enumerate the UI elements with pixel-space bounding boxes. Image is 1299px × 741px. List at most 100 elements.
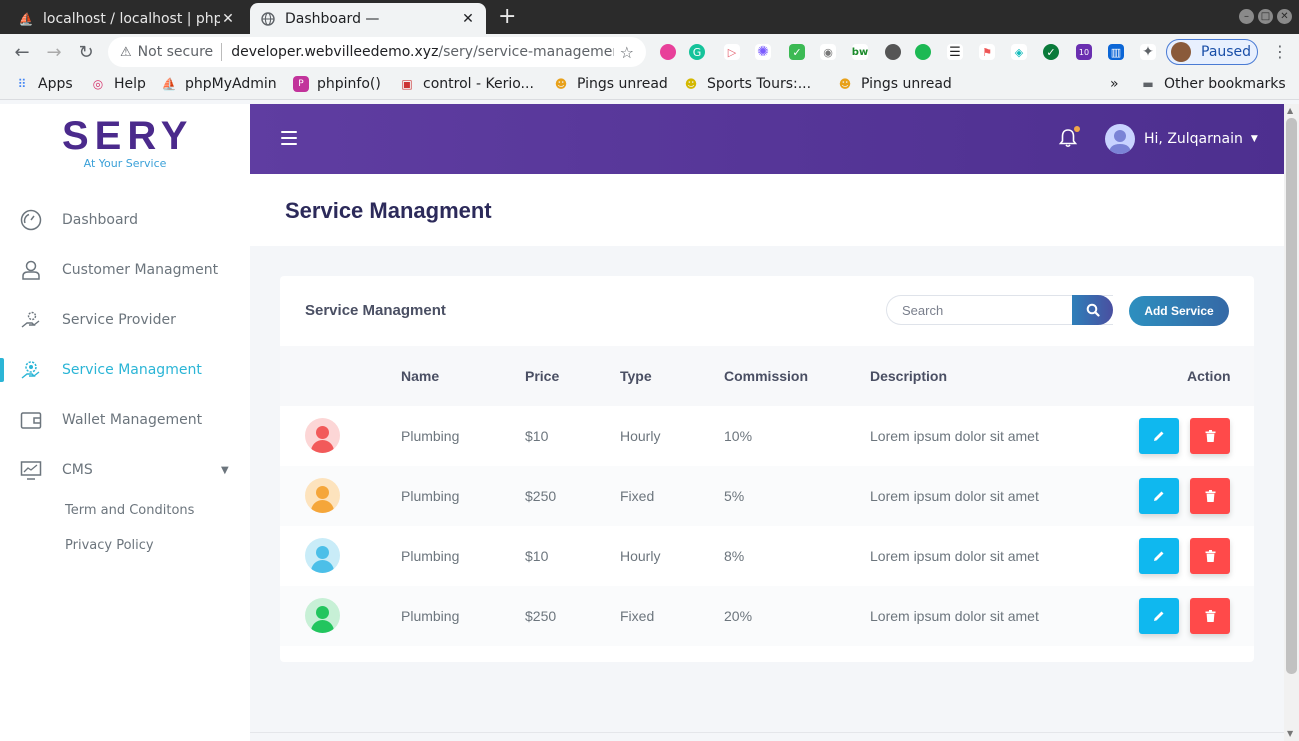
bookmark-label: Apps [38,76,73,92]
list-icon[interactable]: ☰ [947,44,963,60]
delete-button[interactable] [1190,598,1230,634]
bookmark-star-icon[interactable]: ☆ [620,43,634,62]
edit-button[interactable] [1139,538,1179,574]
menu-kebab-icon[interactable]: ⋮ [1272,42,1288,61]
sidebar-item-service-managment[interactable]: Service Managment [0,345,250,395]
scrollbar-thumb[interactable] [1286,118,1297,674]
column-header-type: Type [620,368,652,384]
bookmark-help[interactable]: ◎ Help [90,76,146,92]
delete-button[interactable] [1190,478,1230,514]
extension-icon[interactable]: ◈ [1011,44,1027,60]
scroll-down-arrow-icon[interactable]: ▼ [1287,729,1293,738]
grammarly-icon[interactable]: G [689,44,705,60]
sidebar-item-dashboard[interactable]: Dashboard [0,195,250,245]
cell-description: Lorem ipsum dolor sit amet [870,548,1039,564]
bookmark-kerio[interactable]: ▣ control - Kerio... [399,76,534,92]
avatar [305,418,340,453]
scroll-up-arrow-icon[interactable]: ▲ [1287,106,1293,115]
table-row: Plumbing $10 Hourly 10% Lorem ipsum dolo… [280,406,1254,466]
page-scrollbar[interactable]: ▲ ▼ [1284,104,1299,741]
forward-arrow-icon[interactable]: → [38,42,70,63]
page-title: Service Managment [285,198,492,223]
sidebar-item-label: Service Managment [62,362,202,378]
bookmark-sports[interactable]: ☻ Sports Tours:... [683,76,811,92]
extension-icon[interactable]: ✓ [789,44,805,60]
sidebar-item-wallet-management[interactable]: Wallet Management [0,395,250,445]
extension-icon[interactable] [915,44,931,60]
menu-hamburger-icon[interactable] [281,131,297,145]
bookmark-apps[interactable]: ⠿ Apps [14,76,73,92]
bookmark-pings[interactable]: ☻ Pings unread [553,76,668,92]
user-menu[interactable]: Hi, Zulqarnain ▼ [1105,124,1258,154]
avatar [305,478,340,513]
bookmark-pings[interactable]: ☻ Pings unread [837,76,952,92]
page: SERY At Your Service Dashboard Customer … [0,104,1284,741]
close-tab-icon[interactable]: ✕ [220,11,236,27]
sidebar-subitem-terms[interactable]: Term and Conditons [65,503,194,518]
monitor-chart-icon [20,459,42,481]
add-service-button[interactable]: Add Service [1129,296,1229,326]
extension-icon[interactable]: ✓ [1043,44,1059,60]
bookmark-phpinfo[interactable]: Pphpinfo() [293,76,381,92]
phpmyadmin-icon: ⛵ [161,77,177,91]
search-button[interactable] [1072,295,1113,325]
chevron-down-icon: ▼ [221,464,229,476]
top-navbar: Hi, Zulqarnain ▼ [250,104,1284,174]
back-arrow-icon[interactable]: ← [6,42,38,63]
overflow-label: » [1110,76,1119,92]
maximize-icon[interactable]: □ [1258,9,1273,24]
sidebar-item-service-provider[interactable]: Service Provider [0,295,250,345]
bookmarks-bar: ⠿ Apps ◎ Help ⛵ phpMyAdmin Pphpinfo() ▣ cont… [0,70,1299,100]
address-bar[interactable]: ⚠ Not secure developer.webvilleedemo.xyz… [108,37,646,67]
trello-icon[interactable]: ▥ [1108,44,1124,60]
tab-dashboard[interactable]: Dashboard — ✕ [250,3,486,34]
edit-button[interactable] [1139,598,1179,634]
delete-button[interactable] [1190,538,1230,574]
edit-button[interactable] [1139,478,1179,514]
other-bookmarks[interactable]: ▬ Other bookmarks [1140,76,1285,92]
sidebar-item-customer-managment[interactable]: Customer Managment [0,245,250,295]
warning-icon: ⚠ [120,44,132,60]
column-header-commission: Commission [724,368,809,384]
camera-icon[interactable]: ◉ [820,44,836,60]
cell-commission: 10% [724,428,753,444]
notification-dot [1074,126,1080,132]
extension-icon[interactable]: bw [852,44,868,60]
tab-phpmyadmin[interactable]: ⛵ localhost / localhost | php ✕ [8,3,246,34]
bookmarks-overflow-button[interactable]: » [1110,76,1119,92]
column-header-price: Price [525,368,560,384]
bookmark-label: Pings unread [577,76,668,92]
reload-icon[interactable]: ↻ [70,42,102,63]
extension-icon[interactable]: 10 [1076,44,1092,60]
profile-button[interactable]: Paused [1166,39,1258,65]
delete-button[interactable] [1190,418,1230,454]
cell-price: $250 [525,608,557,624]
close-window-icon[interactable]: ✕ [1277,9,1292,24]
sidebar-subitem-privacy[interactable]: Privacy Policy [65,538,154,553]
notification-bell-icon[interactable] [1058,126,1080,152]
globe-icon [260,11,276,27]
profile-label: Paused [1201,44,1252,60]
sidebar-item-cms[interactable]: CMS ▼ [0,445,250,495]
extension-icon[interactable] [885,44,901,60]
url-text: developer.webvilleedemo.xyz/sery/service… [231,44,613,60]
logo[interactable]: SERY At Your Service [62,116,188,170]
cell-description: Lorem ipsum dolor sit amet [870,428,1039,444]
minimize-icon[interactable]: – [1239,9,1254,24]
extension-icon[interactable] [660,44,676,60]
extension-icon[interactable]: ✺ [755,44,771,60]
table-row: Plumbing $10 Hourly 8% Lorem ipsum dolor… [280,526,1254,586]
cell-type: Hourly [620,428,661,444]
sidebar-item-label: Service Provider [62,312,176,328]
puzzle-icon[interactable]: ✦ [1140,44,1156,60]
extension-icon[interactable]: ⚑ [979,44,995,60]
dashboard-gauge-icon [20,209,42,231]
divider [221,43,223,61]
card-title: Service Managment [305,302,446,319]
column-header-name: Name [401,368,440,384]
new-tab-button[interactable]: + [498,5,516,29]
extension-icon[interactable]: ▷ [724,44,740,60]
edit-button[interactable] [1139,418,1179,454]
close-tab-icon[interactable]: ✕ [460,11,476,27]
bookmark-phpmyadmin[interactable]: ⛵ phpMyAdmin [161,76,277,92]
